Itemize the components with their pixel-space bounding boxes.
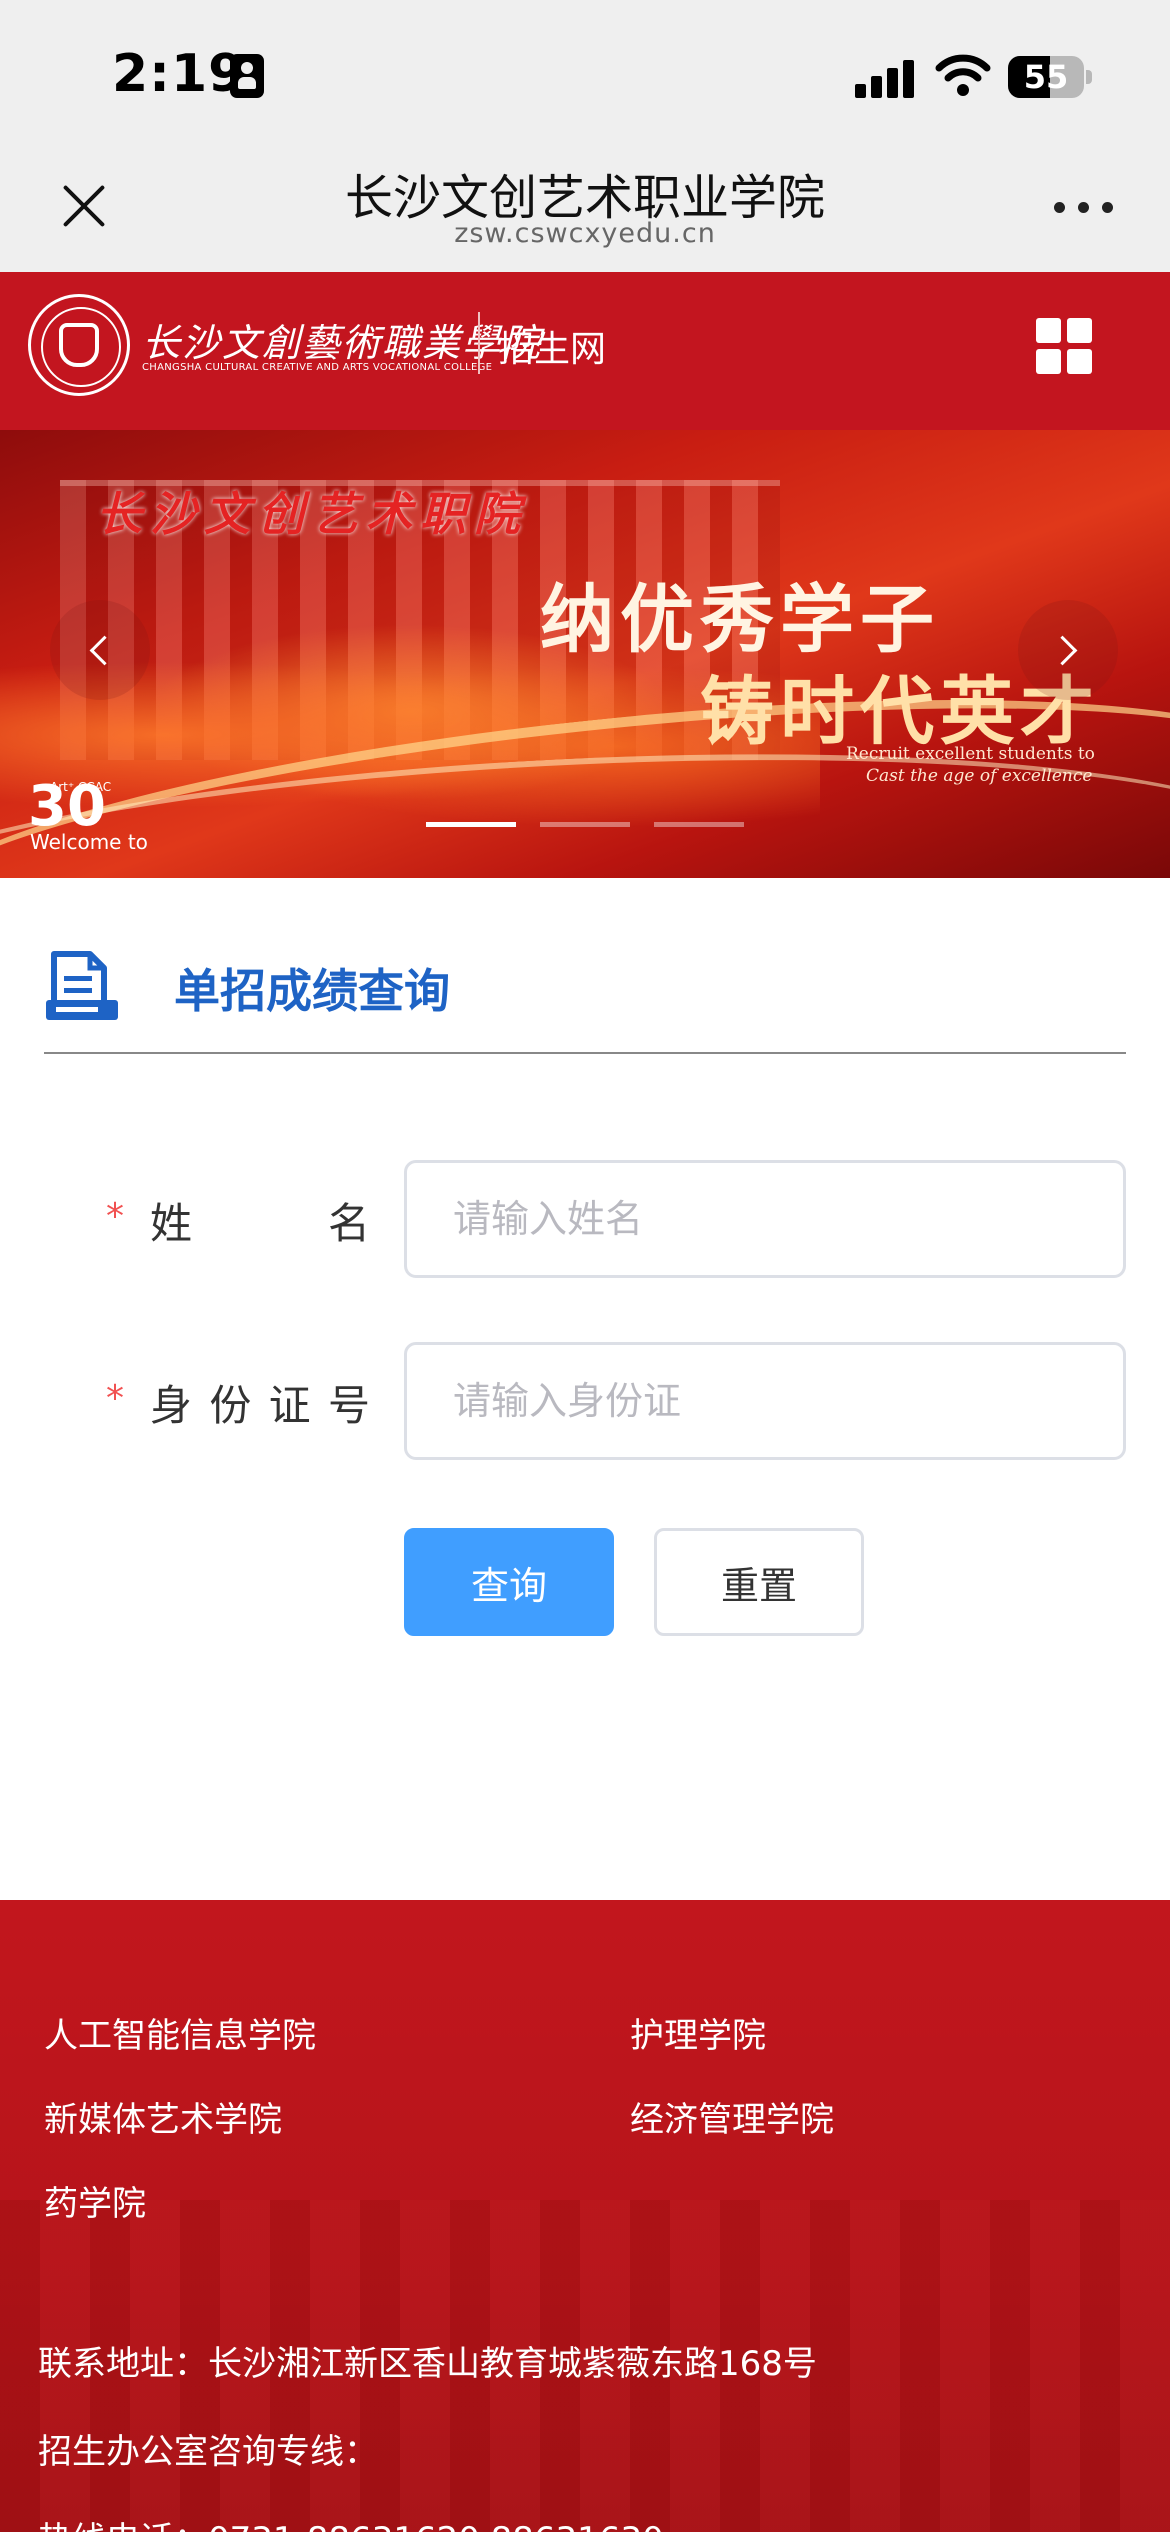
footer-address: 联系地址：长沙湘江新区香山教育城紫薇东路168号 <box>38 2344 817 2384</box>
id-number-label: 身份证号 <box>150 1381 370 1430</box>
battery-percentage: 55 <box>1023 58 1069 96</box>
query-button[interactable]: 查询 <box>404 1528 614 1636</box>
section-divider <box>44 1052 1126 1054</box>
carousel-indicator[interactable] <box>540 822 630 827</box>
footer-link-ai-college[interactable]: 人工智能信息学院 <box>44 2008 316 2057</box>
footer-hotline-label: 招生办公室咨询专线： <box>38 2432 378 2472</box>
footer-link-economics-college[interactable]: 经济管理学院 <box>630 2092 834 2141</box>
contact-card-icon <box>230 54 264 98</box>
banner-english-line2: Cast the age of excellence <box>866 766 1093 786</box>
chevron-right-icon[interactable] <box>1018 600 1118 700</box>
grid-menu-icon[interactable] <box>1036 318 1092 374</box>
more-options-icon[interactable] <box>1054 202 1114 214</box>
chevron-left-icon[interactable] <box>50 600 150 700</box>
id-number-input[interactable] <box>404 1342 1126 1460</box>
required-mark: * <box>106 1378 124 1419</box>
required-mark: * <box>106 1196 124 1237</box>
footer: 人工智能信息学院 护理学院 新媒体艺术学院 经济管理学院 药学院 联系地址：长沙… <box>0 1900 1170 2532</box>
footer-link-pharmacy-college[interactable]: 药学院 <box>44 2176 146 2225</box>
anniversary-tag: Art⁺ CCAC <box>50 780 112 794</box>
status-bar: 2:19 55 <box>0 0 1170 140</box>
footer-link-new-media-college[interactable]: 新媒体艺术学院 <box>44 2092 282 2141</box>
carousel-indicator[interactable] <box>426 822 516 827</box>
wifi-icon <box>935 54 991 96</box>
name-label: 姓名 <box>150 1199 370 1248</box>
battery-icon: 55 <box>1008 56 1092 98</box>
query-section-title: 单招成绩查询 <box>174 964 450 1018</box>
banner-carousel[interactable]: 长沙文创艺术职院 纳优秀学子 铸时代英才 Recruit excellent s… <box>0 430 1170 878</box>
close-icon[interactable] <box>58 180 110 232</box>
banner-welcome-text: Welcome to <box>30 830 148 854</box>
browser-toolbar: 长沙文创艺术职业学院 zsw.cswcxyedu.cn <box>0 140 1170 272</box>
site-subtitle: 招生网 <box>498 329 607 370</box>
document-icon <box>46 951 118 1020</box>
banner-english-line1: Recruit excellent students to <box>846 744 1095 764</box>
footer-link-nursing-college[interactable]: 护理学院 <box>630 2008 766 2057</box>
carousel-indicator[interactable] <box>654 822 744 827</box>
name-input[interactable] <box>404 1160 1126 1278</box>
reset-button[interactable]: 重置 <box>654 1528 864 1636</box>
school-logo-icon[interactable] <box>28 294 130 396</box>
header-divider <box>478 312 480 374</box>
name-form-row: * 姓名 <box>0 1160 1170 1278</box>
id-number-form-row: * 身份证号 <box>0 1342 1170 1460</box>
site-header: 长沙文創藝術職業學院 CHANGSHA CULTURAL CREATIVE AN… <box>0 272 1170 430</box>
school-name[interactable]: 长沙文創藝術職業學院 <box>142 312 542 367</box>
cellular-signal-icon <box>855 58 915 98</box>
status-time: 2:19 <box>112 44 246 104</box>
school-name-en: CHANGSHA CULTURAL CREATIVE AND ARTS VOCA… <box>142 362 493 373</box>
banner-slogan-line1: 纳优秀学子 <box>540 577 940 663</box>
banner-building-sign: 长沙文创艺术职院 <box>96 487 528 541</box>
page-url: zsw.cswcxyedu.cn <box>454 218 716 249</box>
footer-phone: 热线电话：0731-88631620 88631630 <box>38 2512 664 2532</box>
